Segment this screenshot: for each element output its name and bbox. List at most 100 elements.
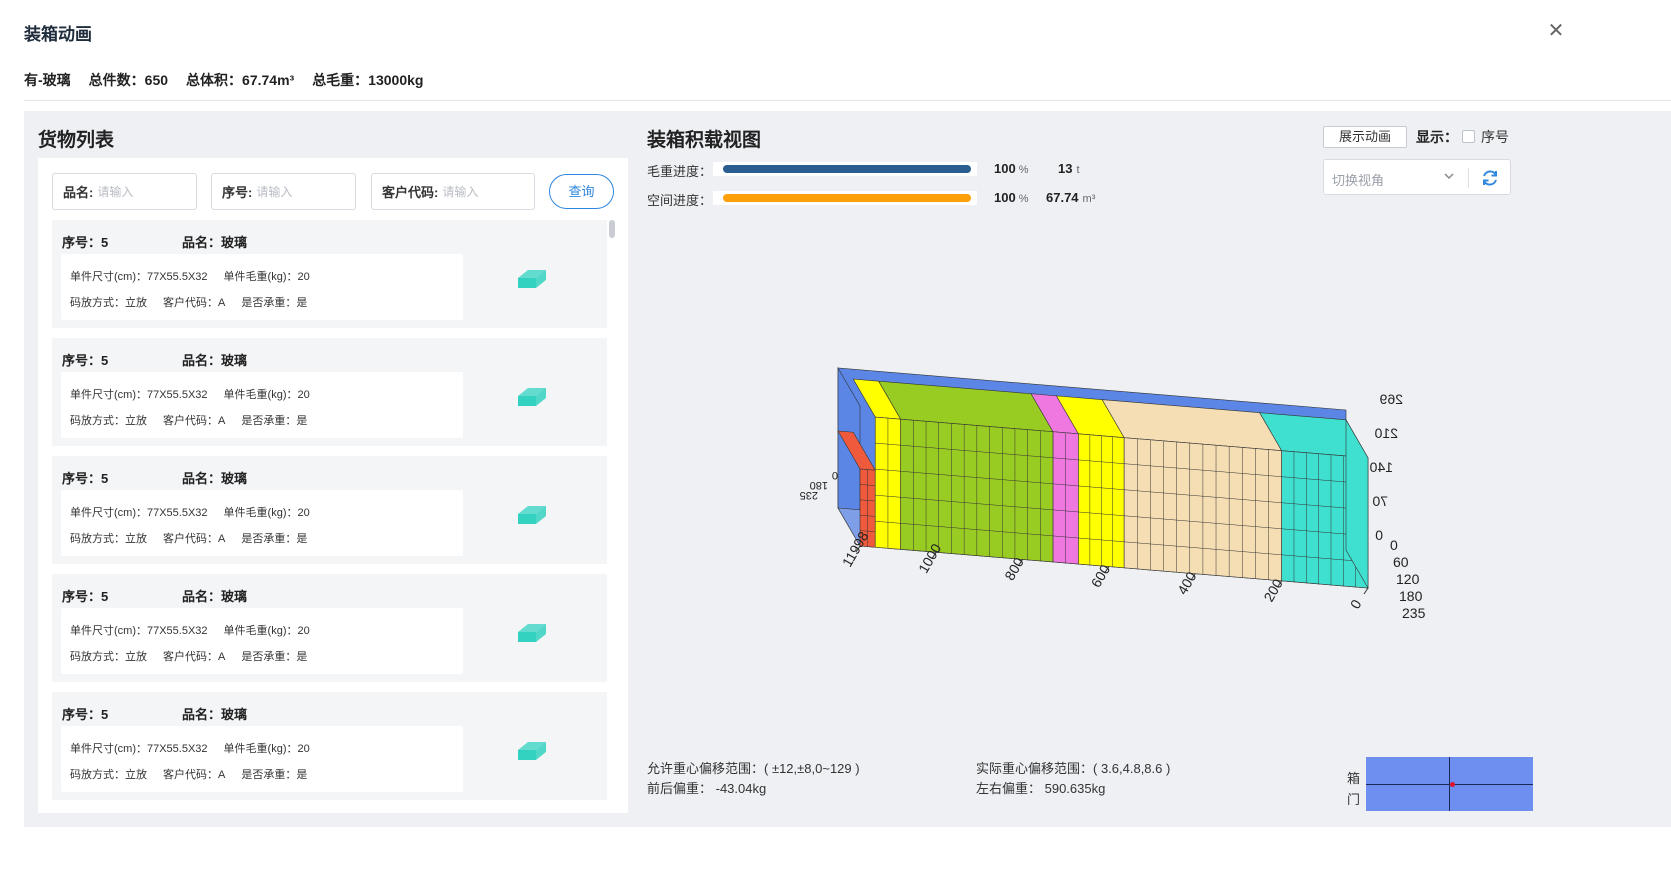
item-seq: 序号：5 xyxy=(62,353,109,368)
item-detail-row2: 码放方式：立放 客户代码：A 是否承重：是 xyxy=(70,530,307,546)
width-axis-label: 180 xyxy=(1399,588,1423,604)
refresh-icon[interactable] xyxy=(1479,167,1501,189)
item-detail-row1: 单件尺寸(cm)：77X55.5X32 单件毛重(kg)：20 xyxy=(70,504,310,520)
item-placement: 码放方式：立放 xyxy=(70,297,147,309)
item-bearing: 是否承重：是 xyxy=(241,533,308,545)
item-seq: 序号：5 xyxy=(62,589,109,604)
item-name: 品名：玻璃 xyxy=(182,353,248,368)
length-axis-tick xyxy=(1363,587,1369,595)
height-axis-label: 70 xyxy=(1372,493,1388,509)
allowed-cog-range: 允许重心偏移范围：( ±12,±8,0~129 ) xyxy=(647,761,860,776)
space-progress-label: 空间进度： xyxy=(647,193,713,208)
cargo-list-panel: 品名: 请输入 序号: 请输入 客户代码: 请输入 查询 序号：5 品名：玻璃 单件… xyxy=(38,158,628,813)
view-angle-select[interactable]: 切换视角 xyxy=(1323,159,1511,195)
height-axis-label: 140 xyxy=(1369,459,1393,475)
seq-checkbox[interactable] xyxy=(1462,130,1475,143)
item-seq: 序号：5 xyxy=(62,235,109,250)
seq-input[interactable]: 请输入 xyxy=(256,183,292,200)
door-label-bottom: 门 xyxy=(1347,792,1361,807)
item-bearing: 是否承重：是 xyxy=(241,297,308,309)
box-icon xyxy=(518,388,546,406)
item-detail-row1: 单件尺寸(cm)：77X55.5X32 单件毛重(kg)：20 xyxy=(70,740,310,756)
item-detail: 单件尺寸(cm)：77X55.5X32 单件毛重(kg)：20 码放方式：立放 客户代… xyxy=(61,726,463,792)
actual-cog-range: 实际重心偏移范围：( 3.6,4.8,8.6 ) xyxy=(976,761,1171,776)
height-axis-label: 269 xyxy=(1379,391,1403,407)
item-size: 单件尺寸(cm)：77X55.5X32 xyxy=(70,625,208,637)
item-seq: 序号：5 xyxy=(62,471,109,486)
show-animation-button[interactable]: 展示动画 xyxy=(1323,126,1407,148)
length-axis-label: 11998 xyxy=(839,528,872,569)
item-bearing: 是否承重：是 xyxy=(241,415,308,427)
select-separator xyxy=(1468,168,1469,188)
seq-checkbox-label: 序号 xyxy=(1481,129,1509,145)
space-progress-percent: 100% xyxy=(994,190,1029,205)
weight-progress-percent: 100% xyxy=(994,161,1029,176)
product-name-filter[interactable]: 品名: 请输入 xyxy=(52,173,197,210)
item-size: 单件尺寸(cm)：77X55.5X32 xyxy=(70,507,208,519)
item-detail: 单件尺寸(cm)：77X55.5X32 单件毛重(kg)：20 码放方式：立放 客户代… xyxy=(61,608,463,674)
packing-animation-dialog: 装箱动画 ✕ 有-玻璃 总件数：650 总体积：67.74m³ 总毛重：1300… xyxy=(0,0,1671,887)
item-weight: 单件毛重(kg)：20 xyxy=(223,271,310,283)
summary-bar: 有-玻璃 总件数：650 总体积：67.74m³ 总毛重：13000kg xyxy=(24,70,423,90)
item-size: 单件尺寸(cm)：77X55.5X32 xyxy=(70,389,208,401)
item-placement: 码放方式：立放 xyxy=(70,651,147,663)
item-name: 品名：玻璃 xyxy=(182,235,248,250)
chevron-down-icon xyxy=(1444,173,1454,180)
cargo-list-item[interactable]: 序号：5 品名：玻璃单件尺寸(cm)：77X55.5X32 单件毛重(kg)：20 码… xyxy=(52,338,607,446)
divider xyxy=(24,100,1671,101)
loading-view-title: 装箱积载视图 xyxy=(647,130,762,151)
customer-code-filter[interactable]: 客户代码: 请输入 xyxy=(371,173,535,210)
width-axis-label: 60 xyxy=(1393,554,1409,570)
weight-progress-value: 13 t xyxy=(1058,161,1080,176)
box-icon xyxy=(518,742,546,760)
item-detail-row2: 码放方式：立放 客户代码：A 是否承重：是 xyxy=(70,648,307,664)
back-axis-label: 0 xyxy=(832,469,838,481)
height-axis-label: 210 xyxy=(1374,425,1398,441)
item-bearing: 是否承重：是 xyxy=(241,651,308,663)
item-customer: 客户代码：A xyxy=(163,769,226,781)
item-weight: 单件毛重(kg)：20 xyxy=(223,507,310,519)
container-3d-view[interactable]: 0200400600800100011998 060120180235070140… xyxy=(800,360,1430,645)
cargo-list-item[interactable]: 序号：5 品名：玻璃 单件尺寸(cm)：77X55.5X32 单件毛重(kg)：20 码… xyxy=(52,692,607,800)
cargo-list-item[interactable]: 序号：5 品名：玻璃 单件尺寸(cm)：77X55.5X32 单件毛重(kg)：20 码… xyxy=(52,456,607,564)
box-icon xyxy=(518,506,546,524)
summary-total-volume: 总体积：67.74m³ xyxy=(186,72,295,88)
cargo-list[interactable]: 序号：5 品名：玻璃 单件尺寸(cm)：77X55.5X32 单件毛重(kg)：20 码… xyxy=(52,220,607,813)
product-name-input[interactable]: 请输入 xyxy=(97,183,133,200)
item-size: 单件尺寸(cm)：77X55.5X32 xyxy=(70,743,208,755)
item-weight: 单件毛重(kg)：20 xyxy=(223,743,310,755)
front-back-offset: 前后偏重： -43.04kg xyxy=(647,781,767,796)
item-detail: 单件尺寸(cm)：77X55.5X32 单件毛重(kg)：20 码放方式：立放 客户代… xyxy=(61,490,463,556)
seq-filter[interactable]: 序号: 请输入 xyxy=(211,173,356,210)
weight-progress-fill xyxy=(723,165,971,173)
item-customer: 客户代码：A xyxy=(163,297,226,309)
product-name-filter-label: 品名: xyxy=(63,185,94,200)
item-name: 品名：玻璃 xyxy=(182,589,248,604)
item-detail-row2: 码放方式：立放 客户代码：A 是否承重：是 xyxy=(70,766,307,782)
item-placement: 码放方式：立放 xyxy=(70,533,147,545)
item-bearing: 是否承重：是 xyxy=(241,769,308,781)
query-button[interactable]: 查询 xyxy=(549,174,614,209)
width-axis-label: 0 xyxy=(1390,537,1398,553)
cargo-list-title: 货物列表 xyxy=(38,130,115,151)
item-detail: 单件尺寸(cm)：77X55.5X32 单件毛重(kg)：20 码放方式：立放 客户代… xyxy=(61,254,463,320)
space-progress-fill xyxy=(723,194,971,202)
cog-point xyxy=(1450,782,1455,787)
cargo-list-item[interactable]: 序号：5 品名：玻璃单件尺寸(cm)：77X55.5X32 单件毛重(kg)：20 码… xyxy=(52,220,607,328)
item-customer: 客户代码：A xyxy=(163,533,226,545)
item-detail-row1: 单件尺寸(cm)：77X55.5X32 单件毛重(kg)：20 xyxy=(70,386,310,402)
customer-code-filter-label: 客户代码: xyxy=(382,185,439,200)
item-placement: 码放方式：立放 xyxy=(70,769,147,781)
list-scrollbar[interactable] xyxy=(609,220,615,238)
cargo-list-item[interactable]: 序号：5 品名：玻璃单件尺寸(cm)：77X55.5X32 单件毛重(kg)：20 码… xyxy=(52,574,607,682)
door-label-top: 箱 xyxy=(1347,771,1361,786)
item-customer: 客户代码：A xyxy=(163,651,226,663)
close-icon[interactable]: ✕ xyxy=(1545,20,1567,42)
customer-code-input[interactable]: 请输入 xyxy=(442,183,478,200)
weight-progress-label: 毛重进度： xyxy=(647,164,713,179)
item-size: 单件尺寸(cm)：77X55.5X32 xyxy=(70,271,208,283)
item-detail-row1: 单件尺寸(cm)：77X55.5X32 单件毛重(kg)：20 xyxy=(70,268,310,284)
height-axis-label: 0 xyxy=(1375,527,1383,543)
item-detail: 单件尺寸(cm)：77X55.5X32 单件毛重(kg)：20 码放方式：立放 客户代… xyxy=(61,372,463,438)
display-label: 显示： xyxy=(1416,129,1458,145)
